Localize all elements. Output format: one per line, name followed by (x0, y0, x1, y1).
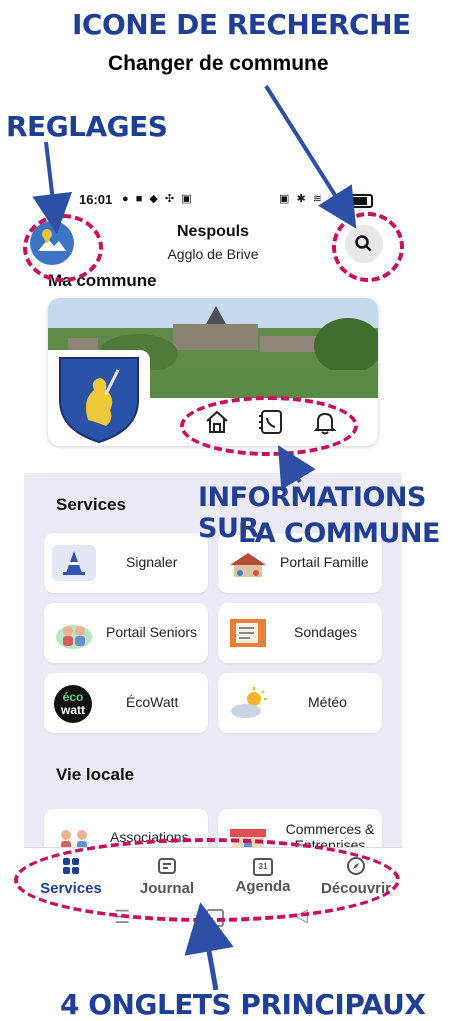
phone-screen: 16:01 ● ■ ◆ ✣ ▣ ▣ ✱ ≋ Nespouls Agglo de … (24, 183, 402, 935)
vie-locale-title: Vie locale (56, 765, 135, 784)
tile-label: Météo (308, 694, 347, 710)
battery-icon (347, 194, 373, 208)
service-tile-portail-seniors[interactable]: Portail Seniors (44, 603, 208, 663)
coat-of-arms-frame (48, 350, 150, 446)
tile-label: Portail Seniors (106, 624, 198, 640)
service-tile-sondages[interactable]: Sondages (218, 603, 382, 663)
notification-icons: ● ■ ◆ ✣ ▣ (122, 193, 194, 205)
commune-info-highlight (180, 396, 358, 456)
tile-label: Portail Famille (280, 554, 369, 570)
tabs-highlight (14, 838, 400, 922)
status-bar: 16:01 ● ■ ◆ ✣ ▣ ▣ ✱ ≋ (24, 183, 402, 213)
annotation-search-title: ICONE DE RECHERCHE (72, 8, 411, 41)
school-icon (226, 545, 270, 581)
seniors-icon (52, 615, 96, 651)
status-time: 16:01 (79, 192, 113, 207)
survey-icon (226, 615, 270, 651)
ecowatt-icon: éco watt (54, 685, 92, 723)
service-tile-ecowatt[interactable]: éco watt ÉcoWatt (44, 673, 208, 733)
services-title: Services (56, 495, 126, 514)
search-highlight (332, 212, 404, 282)
annotation-tabs-title: 4 ONGLETS PRINCIPAUX (60, 988, 426, 1021)
traffic-cone-icon (52, 545, 96, 581)
tile-label: Sondages (294, 624, 358, 640)
annotation-info-line2: LA COMMUNE (238, 518, 440, 549)
weather-icon (226, 685, 270, 721)
service-tile-meteo[interactable]: Météo (218, 673, 382, 733)
tile-label: ÉcoWatt (126, 694, 179, 710)
system-status-icons: ▣ ✱ ≋ (279, 193, 324, 205)
tile-label: Signaler (126, 554, 178, 570)
coat-of-arms-icon (59, 357, 139, 444)
annotation-settings-title: REGLAGES (6, 110, 168, 143)
ecowatt-logo-line2: watt (61, 703, 85, 717)
settings-highlight (23, 214, 103, 282)
annotation-search-subtitle: Changer de commune (108, 52, 329, 75)
service-tile-signaler[interactable]: Signaler (44, 533, 208, 593)
